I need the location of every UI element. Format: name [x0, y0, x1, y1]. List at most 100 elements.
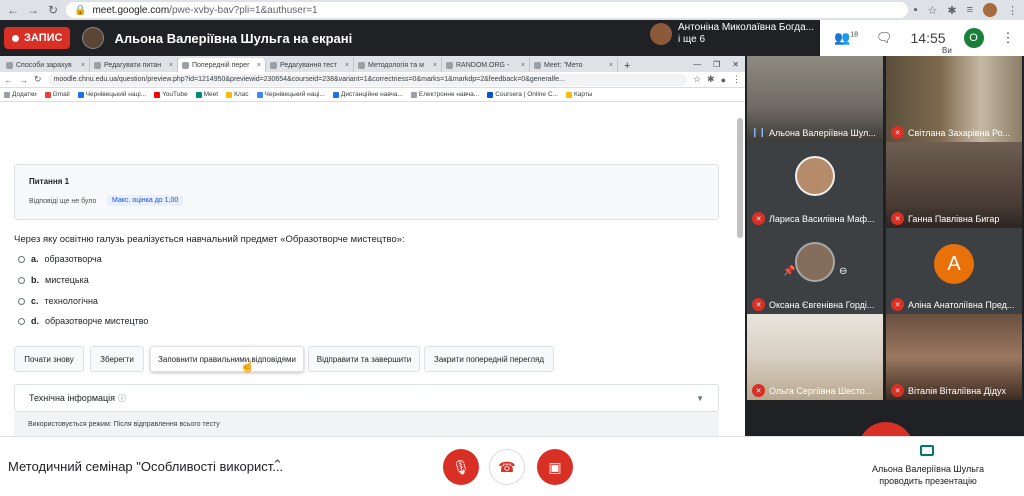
- bookmark-item[interactable]: Gmail: [44, 91, 70, 98]
- answer-option[interactable]: c. технологічна: [18, 296, 98, 306]
- participant-name: Лариса Василівна Маф...: [769, 214, 875, 224]
- participant-tile[interactable]: А ✕ Аліна Анатоліївна Пред...: [886, 228, 1022, 314]
- tech-info-section[interactable]: Технічна інформація ⓘ ▼: [14, 384, 719, 412]
- inner-address-row: ← → ↻ moodle.chnu.edu.ua/question/previe…: [0, 72, 745, 88]
- scrollbar[interactable]: [737, 118, 743, 238]
- participant-tile[interactable]: ✕ Лариса Василівна Маф...: [747, 142, 883, 228]
- participant-tile[interactable]: ✕ Світлана Захарівна Ро...: [886, 56, 1022, 142]
- star-icon[interactable]: ☆: [927, 4, 937, 17]
- close-preview-button[interactable]: Закрити попередній перегляд: [424, 346, 554, 372]
- help-icon[interactable]: ⓘ: [118, 393, 126, 404]
- bookmark-item[interactable]: YouTube: [154, 91, 188, 98]
- classroom-icon: [226, 91, 233, 98]
- inner-tab[interactable]: RANDOM.ORG - ×: [442, 58, 530, 72]
- inner-tab[interactable]: Meet: "Мето ×: [530, 58, 618, 72]
- bookmark-item[interactable]: Meet: [195, 91, 218, 98]
- new-tab-icon[interactable]: +: [618, 60, 636, 72]
- bookmark-item[interactable]: Coursera | Online C...: [487, 91, 558, 98]
- close-window-icon[interactable]: ✕: [732, 60, 739, 69]
- mic-active-icon: ❙❙: [750, 127, 767, 137]
- bookmark-item[interactable]: Дистанційне навча...: [332, 91, 403, 98]
- extensions-icon[interactable]: ✱: [947, 4, 956, 17]
- close-icon[interactable]: ×: [257, 62, 261, 69]
- inner-tab-active[interactable]: Попередній перег ×: [178, 58, 266, 72]
- minimize-icon[interactable]: —: [693, 60, 701, 69]
- reload-icon[interactable]: ↻: [46, 3, 60, 17]
- star-icon[interactable]: ☆: [693, 74, 701, 85]
- question-info-card: Питання 1 Відповіді ще не було Макс. оці…: [14, 164, 719, 220]
- chevron-down-icon[interactable]: ▼: [696, 394, 704, 403]
- menu-icon[interactable]: ⋮: [1007, 4, 1018, 17]
- profile-icon[interactable]: ●: [721, 75, 726, 85]
- media-icon[interactable]: ≡: [967, 4, 973, 16]
- participant-tile[interactable]: ✕ Ольга Сергіївна Шесто...: [747, 314, 883, 400]
- people-button[interactable]: 👥18: [834, 30, 858, 46]
- bookmark-item[interactable]: Чернівецький наці...: [256, 91, 325, 98]
- camera-icon[interactable]: ▪: [914, 4, 918, 16]
- save-button[interactable]: Зберегти: [90, 346, 144, 372]
- close-icon[interactable]: ×: [609, 62, 613, 69]
- recording-badge[interactable]: ЗАПИС: [4, 27, 71, 49]
- restart-button[interactable]: Почати знову: [14, 346, 84, 372]
- bookmark-item[interactable]: Клас: [226, 91, 249, 98]
- clock: 14:55: [910, 30, 946, 46]
- inner-tab[interactable]: Редагувати питан ×: [90, 58, 178, 72]
- answer-option[interactable]: d. образотворче мистецтво: [18, 316, 148, 326]
- bookmark-item[interactable]: Додатки: [4, 91, 37, 98]
- question-number: Питання 1: [29, 177, 70, 186]
- back-icon[interactable]: ←: [4, 75, 13, 85]
- mic-muted-icon: ✕: [891, 212, 904, 225]
- close-icon[interactable]: ×: [345, 62, 349, 69]
- inner-tab[interactable]: Способи зарахув ×: [2, 58, 90, 72]
- pin-icon[interactable]: 📌: [783, 266, 795, 277]
- submit-finish-button[interactable]: Відправити та завершити: [308, 346, 420, 372]
- remove-icon[interactable]: ⊖: [839, 266, 847, 277]
- present-screen-icon[interactable]: [920, 445, 934, 456]
- maximize-icon[interactable]: ❐: [713, 60, 720, 69]
- answer-option[interactable]: a. образотворча: [18, 254, 102, 264]
- close-icon[interactable]: ×: [169, 62, 173, 69]
- maps-icon: [565, 91, 572, 98]
- tab-favicon-icon: [446, 61, 453, 69]
- self-avatar[interactable]: О: [963, 28, 984, 48]
- bookmark-item[interactable]: Карты: [565, 91, 592, 98]
- radio-button[interactable]: [18, 255, 25, 263]
- bookmark-item[interactable]: Чернівецький наці...: [77, 91, 146, 98]
- meeting-title[interactable]: Методичний семінар "Особливості використ…: [8, 459, 283, 474]
- answer-option[interactable]: b. мистецька: [18, 275, 89, 285]
- mic-off-icon: 🎙: [452, 458, 470, 475]
- radio-button[interactable]: [18, 297, 25, 305]
- leave-call-button[interactable]: ☎: [489, 449, 525, 485]
- close-icon[interactable]: ×: [433, 62, 437, 69]
- chevron-up-icon[interactable]: ⌃: [272, 457, 283, 473]
- close-icon[interactable]: ×: [81, 62, 85, 69]
- bookmark-item[interactable]: Електронне навча...: [410, 91, 479, 98]
- participant-tile[interactable]: ❙❙ Альона Валеріївна Шул...: [747, 56, 883, 142]
- presenter-status[interactable]: Альона Валеріївна Шульга проводить презе…: [852, 463, 1004, 487]
- fill-correct-button[interactable]: Заповнити правильними відповідями: [150, 346, 304, 372]
- back-icon[interactable]: ←: [6, 3, 20, 17]
- radio-button[interactable]: [18, 276, 25, 284]
- extensions-icon[interactable]: ✱: [707, 74, 715, 85]
- camera-toggle-button[interactable]: ▣: [537, 449, 573, 485]
- mic-toggle-button[interactable]: 🎙: [443, 449, 479, 485]
- active-speaker: Антоніна Миколаївна Богда... і ще 6: [650, 22, 814, 46]
- forward-icon[interactable]: →: [26, 3, 40, 17]
- menu-icon[interactable]: ⋮: [732, 74, 741, 85]
- close-icon[interactable]: ×: [521, 62, 525, 69]
- participant-tile[interactable]: ✕ Віталія Віталіївна Дідух: [886, 314, 1022, 400]
- participant-name: Альона Валеріївна Шул...: [769, 128, 876, 138]
- forward-icon[interactable]: →: [19, 75, 28, 85]
- more-options-icon[interactable]: ⋮: [1002, 30, 1015, 46]
- record-dot-icon: [12, 34, 19, 42]
- inner-address-bar[interactable]: moodle.chnu.edu.ua/question/preview.php?…: [47, 73, 687, 86]
- participant-tile[interactable]: ✕ Ганна Павлівна Бигар: [886, 142, 1022, 228]
- inner-tab[interactable]: Методологія та м ×: [354, 58, 442, 72]
- participant-tile[interactable]: 📌 ⊖ ✕ Оксана Євгенівна Горді...: [747, 228, 883, 314]
- reload-icon[interactable]: ↻: [34, 74, 42, 85]
- outer-address-bar[interactable]: 🔒 meet.google.com/pwe-xvby-bav?pli=1&aut…: [66, 2, 908, 18]
- inner-tab[interactable]: Редагування тест ×: [266, 58, 354, 72]
- chat-icon[interactable]: 🗨: [876, 30, 893, 46]
- profile-avatar[interactable]: [983, 3, 997, 17]
- radio-button[interactable]: [18, 317, 25, 325]
